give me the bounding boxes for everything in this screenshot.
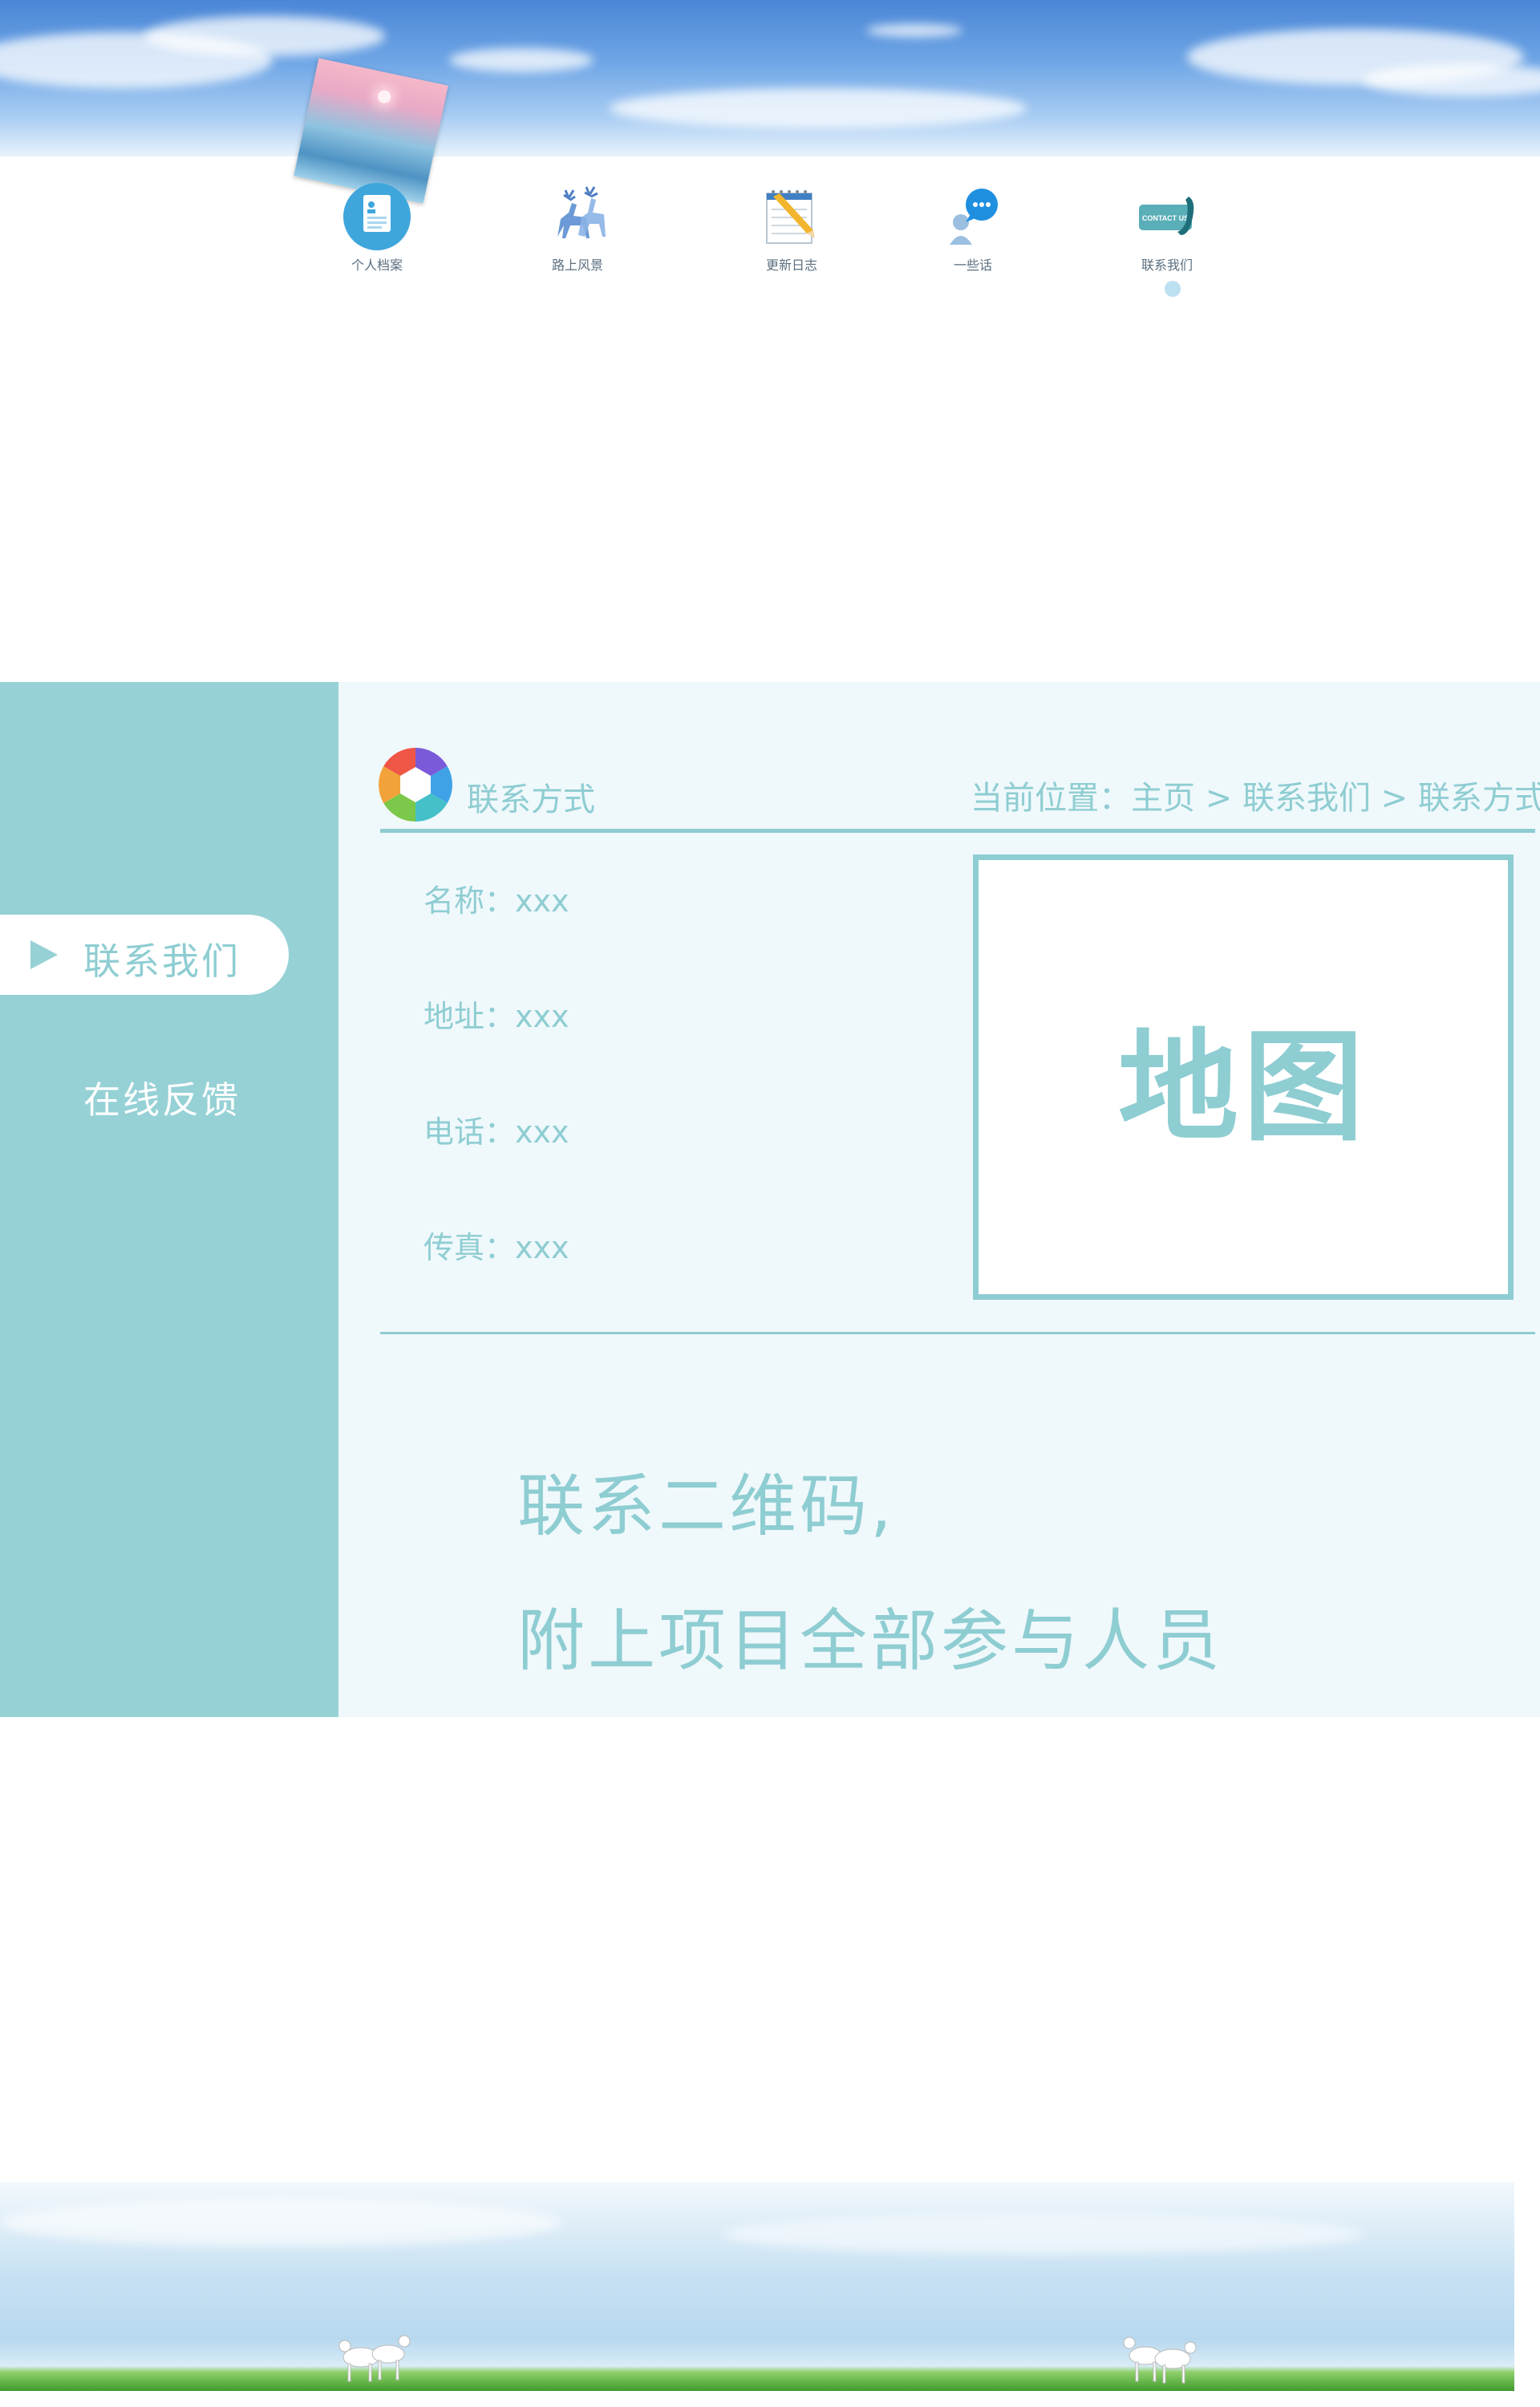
breadcrumb: 当前位置：主页 > 联系我们 > 联系方式 [971, 780, 1540, 817]
contact-name: 名称：xxx [424, 883, 569, 919]
nav-item-scenery[interactable]: 路上风景 [517, 181, 638, 277]
play-arrow-icon [30, 940, 58, 969]
camera-aperture-logo-icon [377, 746, 454, 823]
goats-illustration-left [338, 2335, 411, 2382]
contact-us-phone-icon: CONTACT US [1131, 181, 1203, 253]
nav-label-contact: 联系我们 [1141, 258, 1193, 273]
active-nav-indicator [1165, 281, 1181, 297]
sidebar-item-label: 联系我们 [83, 940, 241, 983]
sidebar-item-contact-us[interactable]: 联系我们 [0, 915, 289, 995]
nav-label-scenery: 路上风景 [551, 258, 603, 273]
goats-illustration-right [1123, 2336, 1197, 2384]
nav-label-changelog: 更新日志 [765, 258, 817, 273]
section-title: 联系方式 [467, 781, 595, 818]
sidebar-item-online-feedback[interactable]: 在线反馈 [83, 1071, 241, 1124]
deer-icon [541, 181, 614, 253]
bottom-landscape-banner [0, 2182, 1514, 2391]
nav-label-profile: 个人档案 [351, 258, 403, 273]
nav-item-changelog[interactable]: 更新日志 [732, 181, 852, 277]
top-sky-banner [0, 0, 1540, 156]
nav-item-contact[interactable]: CONTACT US 联系我们 [1107, 181, 1227, 277]
contact-fax: 传真：xxx [424, 1230, 569, 1265]
sidebar: 联系我们 在线反馈 [0, 682, 338, 1717]
qr-note-line2: 附上项目全部参与人员 [517, 1601, 1224, 1680]
content-divider [380, 1332, 1535, 1334]
map-placeholder[interactable]: 地图 [973, 854, 1514, 1300]
header-divider [380, 829, 1535, 833]
profile-document-icon [341, 181, 413, 253]
map-label: 地图 [1117, 1018, 1368, 1158]
contact-phone: 电话：xxx [424, 1114, 569, 1150]
nav-item-words[interactable]: 一些话 [913, 181, 1033, 277]
notepad-pencil-icon [756, 181, 828, 253]
nav-item-profile[interactable]: 个人档案 [317, 181, 437, 277]
svg-text:CONTACT US: CONTACT US [1142, 214, 1189, 222]
qr-note-line1: 联系二维码, [517, 1467, 895, 1545]
contact-address: 地址：xxx [424, 999, 569, 1034]
chat-bubble-icon [937, 181, 1009, 253]
nav-label-words: 一些话 [953, 258, 992, 273]
